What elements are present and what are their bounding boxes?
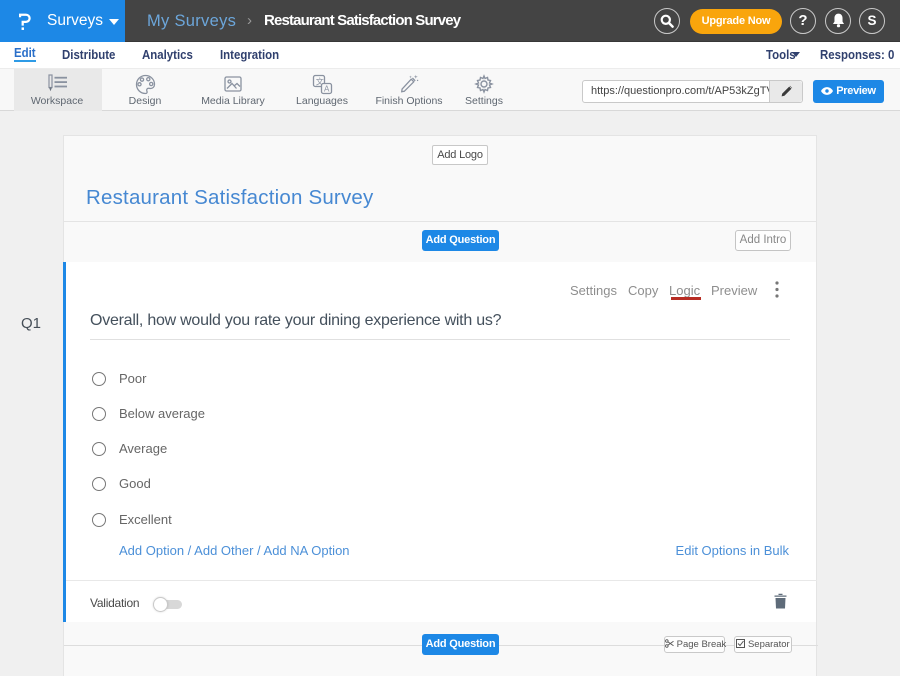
svg-text:A: A (324, 85, 330, 94)
